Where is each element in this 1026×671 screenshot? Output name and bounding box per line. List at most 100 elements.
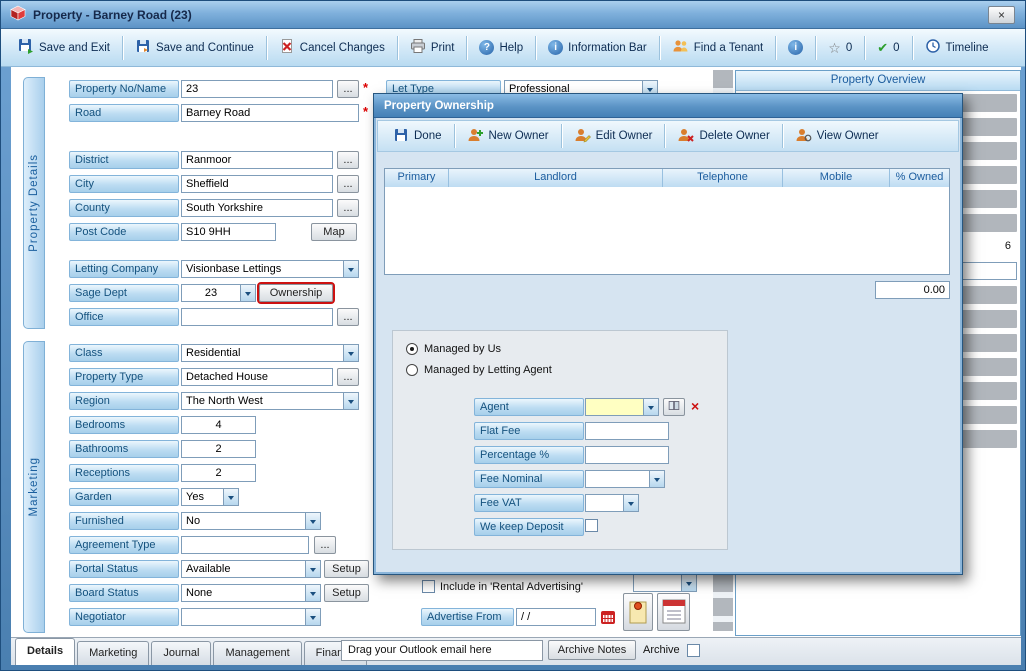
view-owner-button[interactable]: View Owner: [786, 121, 888, 151]
ownership-button[interactable]: Ownership: [257, 282, 335, 304]
fee-vat-value: [586, 495, 623, 511]
print-button[interactable]: Print: [401, 33, 464, 63]
timeline-button[interactable]: Timeline: [916, 33, 998, 63]
agent-select[interactable]: [585, 398, 659, 416]
advertise-from-input[interactable]: / /: [516, 608, 596, 626]
tasks-counter-button[interactable]: ✔ 0: [868, 33, 908, 63]
calendar-icon[interactable]: [600, 609, 616, 628]
tab-details[interactable]: Details: [15, 638, 76, 665]
region-select[interactable]: The North West: [181, 392, 359, 410]
agent-clear-icon[interactable]: ×: [691, 399, 699, 413]
managed-by-agent-radio[interactable]: [406, 364, 418, 376]
property-type-input[interactable]: Detached House: [181, 368, 333, 386]
county-input[interactable]: South Yorkshire: [181, 199, 333, 217]
owners-grid-header: Primary Landlord Telephone Mobile % Owne…: [384, 168, 950, 188]
archive-notes-button[interactable]: Archive Notes: [548, 640, 636, 660]
property-details-tab-label: Property Details: [28, 154, 40, 252]
property-type-browse-button[interactable]: ...: [337, 368, 359, 386]
dialog-title-bar[interactable]: Property Ownership: [374, 94, 962, 118]
agreement-type-browse-button[interactable]: ...: [314, 536, 336, 554]
cancel-changes-button[interactable]: Cancel Changes: [270, 33, 394, 63]
new-owner-button[interactable]: New Owner: [458, 121, 558, 151]
total-owned-input[interactable]: 0.00: [875, 281, 950, 299]
board-setup-button[interactable]: Setup: [324, 584, 369, 602]
sidebar-tab-property-details[interactable]: Property Details: [23, 77, 45, 329]
county-browse-button[interactable]: ...: [337, 199, 359, 217]
done-button[interactable]: Done: [384, 121, 451, 151]
office-input[interactable]: [181, 308, 333, 326]
information-bar-button[interactable]: i Information Bar: [539, 33, 656, 63]
city-browse-button[interactable]: ...: [337, 175, 359, 193]
archive-checkbox[interactable]: [687, 644, 700, 657]
tab-marketing[interactable]: Marketing: [77, 641, 150, 665]
info-circle-button[interactable]: i: [779, 33, 812, 63]
agreement-type-input[interactable]: [181, 536, 309, 554]
favourites-counter-button[interactable]: ☆ 0: [819, 33, 861, 63]
advert-schedule-button[interactable]: [657, 593, 690, 631]
help-button[interactable]: ? Help: [470, 33, 532, 63]
receptions-input[interactable]: 2: [181, 464, 256, 482]
tab-management[interactable]: Management: [213, 641, 302, 665]
letting-company-select[interactable]: Visionbase Lettings: [181, 260, 359, 278]
timeline-clock-icon: [925, 38, 941, 57]
delete-owner-button[interactable]: Delete Owner: [668, 121, 778, 151]
bedrooms-input[interactable]: 4: [181, 416, 256, 434]
column-header-primary[interactable]: Primary: [385, 169, 449, 187]
outlook-drop-target[interactable]: Drag your Outlook email here: [341, 640, 543, 661]
flat-fee-input[interactable]: [585, 422, 669, 440]
portal-status-select[interactable]: Available: [181, 560, 321, 578]
map-button[interactable]: Map: [311, 223, 357, 241]
column-header-telephone[interactable]: Telephone: [663, 169, 783, 187]
keep-deposit-checkbox[interactable]: [585, 519, 598, 532]
check-count: 0: [893, 41, 900, 54]
bathrooms-input[interactable]: 2: [181, 440, 256, 458]
portal-setup-button[interactable]: Setup: [324, 560, 369, 578]
office-browse-button[interactable]: ...: [337, 308, 359, 326]
find-a-tenant-button[interactable]: Find a Tenant: [663, 33, 772, 63]
title-bar: Property - Barney Road (23) ×: [1, 1, 1025, 29]
rental-advertising-select[interactable]: [633, 574, 697, 592]
fee-nominal-select[interactable]: [585, 470, 665, 488]
managed-by-us-radio[interactable]: [406, 343, 418, 355]
class-value: Residential: [186, 347, 241, 359]
property-no-browse-button[interactable]: ...: [337, 80, 359, 98]
column-header-owned[interactable]: % Owned: [890, 169, 949, 187]
percentage-input[interactable]: [585, 446, 669, 464]
close-button[interactable]: ×: [988, 6, 1015, 24]
city-input[interactable]: Sheffield: [181, 175, 333, 193]
district-input[interactable]: Ranmoor: [181, 151, 333, 169]
board-status-select[interactable]: None: [181, 584, 321, 602]
toolbar-separator: [396, 35, 398, 60]
delete-owner-label: Delete Owner: [699, 130, 770, 142]
help-icon: ?: [479, 40, 495, 55]
required-marker: *: [363, 80, 369, 95]
garden-select[interactable]: Yes: [181, 488, 239, 506]
fee-vat-select[interactable]: [585, 494, 639, 512]
column-header-mobile[interactable]: Mobile: [783, 169, 890, 187]
edit-owner-icon: [574, 127, 591, 146]
window-title: Property - Barney Road (23): [33, 7, 192, 22]
tab-journal[interactable]: Journal: [151, 641, 212, 665]
save-and-continue-button[interactable]: Save and Continue: [126, 33, 263, 63]
road-input[interactable]: Barney Road: [181, 104, 359, 122]
managed-by-agent-label: Managed by Letting Agent: [424, 364, 552, 376]
agent-lookup-button[interactable]: [663, 398, 685, 416]
include-advertising-checkbox[interactable]: [422, 580, 435, 593]
negotiator-select[interactable]: [181, 608, 321, 626]
advert-note-button[interactable]: [623, 593, 653, 631]
letting-company-label: Letting Company: [69, 260, 179, 278]
edit-owner-button[interactable]: Edit Owner: [565, 121, 662, 151]
district-browse-button[interactable]: ...: [337, 151, 359, 169]
post-code-input[interactable]: S10 9HH: [181, 223, 276, 241]
save-and-exit-button[interactable]: Save and Exit: [9, 33, 119, 63]
done-label: Done: [414, 130, 442, 142]
column-header-landlord[interactable]: Landlord: [449, 169, 663, 187]
furnished-select[interactable]: No: [181, 512, 321, 530]
post-code-label: Post Code: [69, 223, 179, 241]
print-label: Print: [430, 41, 455, 54]
sidebar-tab-marketing[interactable]: Marketing: [23, 341, 45, 633]
owners-grid-body[interactable]: [384, 187, 950, 275]
property-no-input[interactable]: 23: [181, 80, 333, 98]
class-select[interactable]: Residential: [181, 344, 359, 362]
sage-dept-select[interactable]: 23: [181, 284, 256, 302]
